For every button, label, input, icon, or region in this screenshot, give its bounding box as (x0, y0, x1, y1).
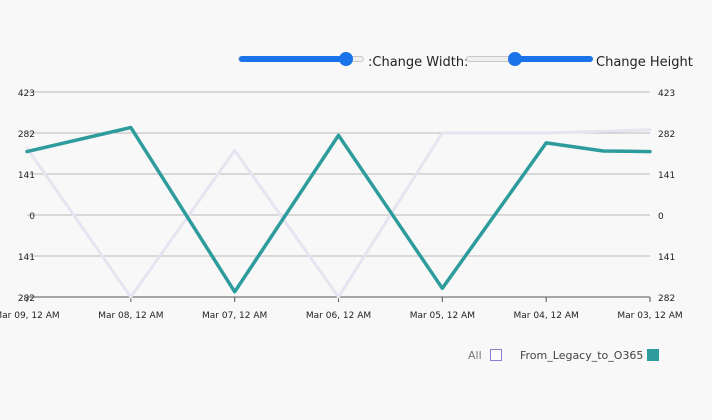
page: :Change Width: Change Height 423 423 282 28… (0, 0, 712, 420)
y-tick-left: 141 (18, 171, 35, 181)
y-tick-right: 0 (658, 212, 664, 222)
y-tick-left: 282 (18, 130, 35, 140)
legend-checkbox-all[interactable] (490, 349, 502, 361)
y-tick-right: 282 (658, 130, 675, 140)
width-slider[interactable] (238, 52, 364, 66)
height-slider-fill (514, 56, 593, 62)
width-slider-fill (239, 56, 347, 62)
series-from-legacy-line (25, 125, 652, 294)
x-tick-label: Mar 05, 12 AM (410, 311, 475, 321)
x-tick-label: Mar 07, 12 AM (202, 311, 267, 321)
series-all-line (25, 128, 652, 299)
y-tick-right: 282 (658, 294, 675, 304)
height-label: Change Height (596, 55, 693, 70)
y-tick-left: 141 (18, 253, 35, 263)
x-tick-label: Mar 09, 12 AM (0, 311, 60, 321)
x-tick-label: Mar 04, 12 AM (514, 311, 579, 321)
width-slider-thumb[interactable] (339, 52, 354, 66)
legend-swatch-from-legacy[interactable] (647, 349, 659, 361)
height-slider[interactable] (466, 52, 593, 66)
y-tick-right: 141 (658, 171, 675, 181)
y-tick-left: 423 (18, 89, 35, 99)
y-tick-left: 0 (29, 212, 35, 222)
x-tick-label: Mar 08, 12 AM (98, 311, 163, 321)
legend-label-all: All (468, 349, 482, 362)
y-tick-right: 141 (658, 253, 675, 263)
legend-label-from-legacy: From_Legacy_to_O365 (520, 349, 644, 362)
x-tick-label: Mar 03, 12 AM (617, 311, 682, 321)
width-label: :Change Width: (368, 55, 469, 70)
y-tick-right: 423 (658, 89, 675, 99)
x-tick-label: Mar 06, 12 AM (306, 311, 371, 321)
height-slider-thumb[interactable] (507, 52, 522, 66)
y-tick-left: 282 (18, 294, 35, 304)
line-chart: 423 423 282 282 141 141 0 0 141 141 282 282 Mar 09, … (0, 89, 683, 321)
